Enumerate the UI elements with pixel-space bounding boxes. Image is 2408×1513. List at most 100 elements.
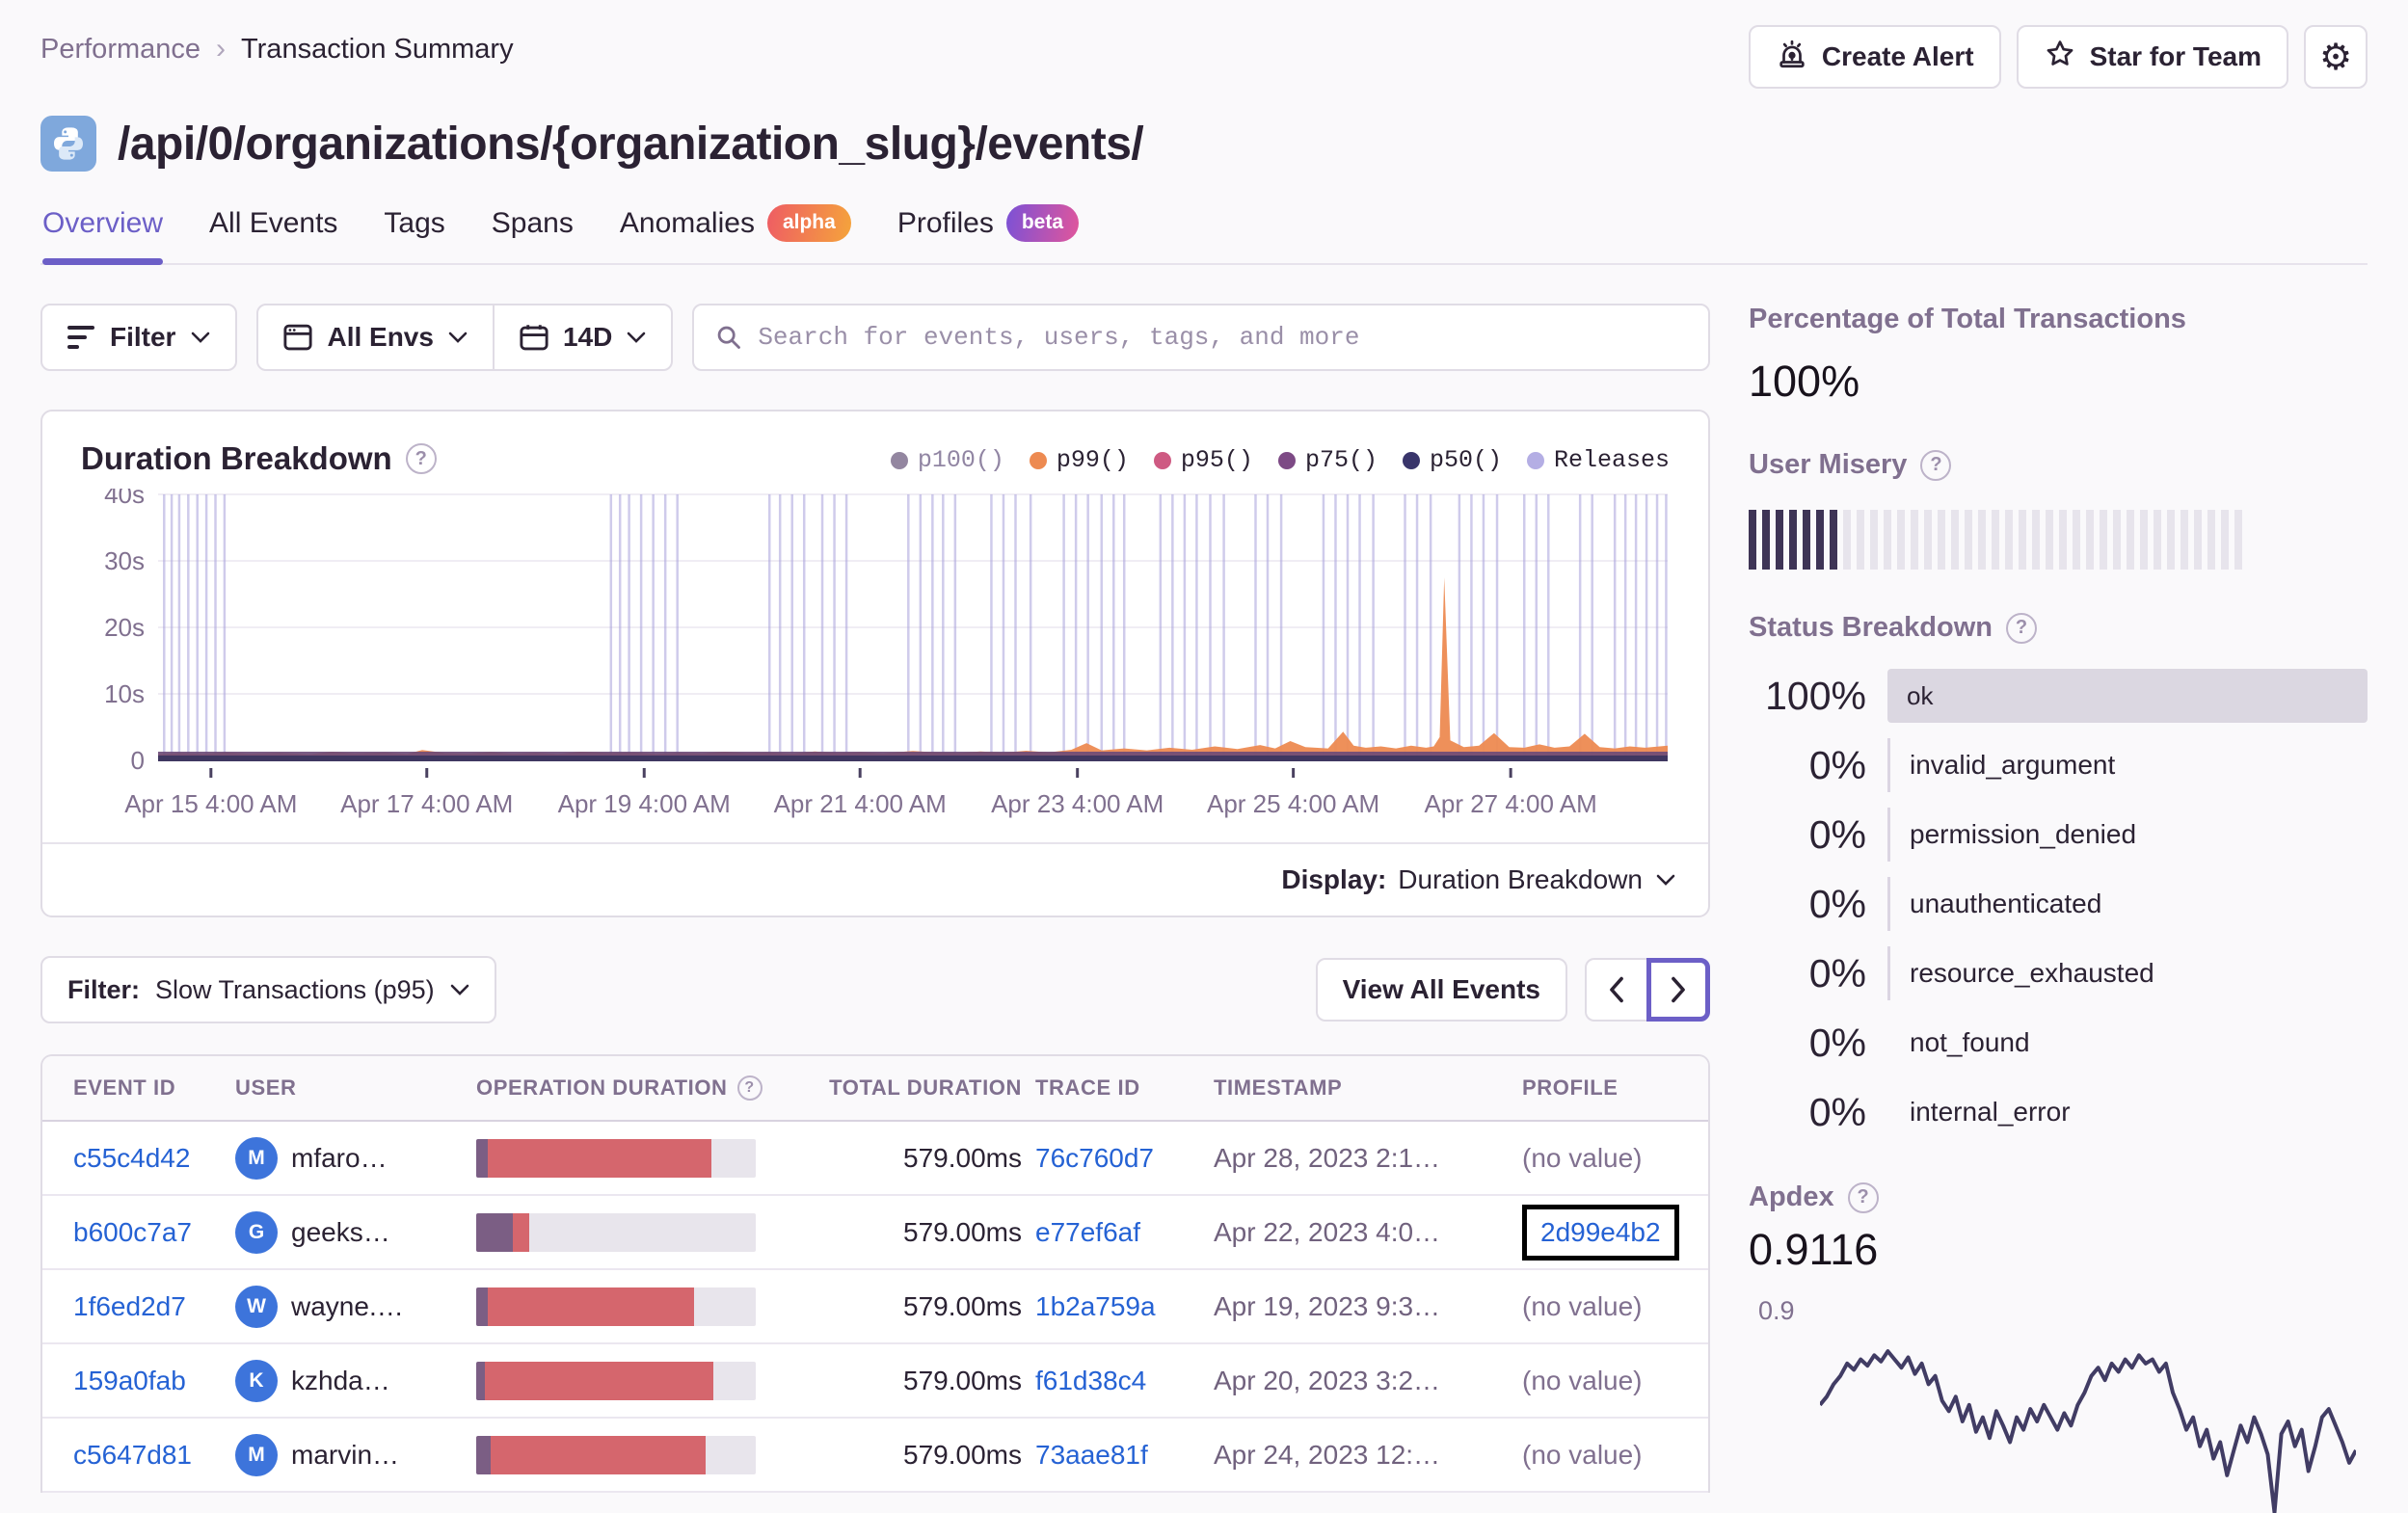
search-input[interactable] xyxy=(758,323,1687,352)
chart-legend: p100() p99() p95() p75() p50() Releases xyxy=(890,440,1670,474)
display-dropdown[interactable]: Duration Breakdown xyxy=(1398,864,1675,895)
status-breakdown-title: Status Breakdown xyxy=(1749,612,1993,643)
chevron-down-icon xyxy=(192,332,210,343)
tab-label: All Events xyxy=(209,206,338,239)
column-header-trace-id[interactable]: TRACE ID xyxy=(1035,1075,1214,1101)
sidebar: Percentage of Total Transactions 100% Us… xyxy=(1749,304,2368,1513)
create-alert-button[interactable]: Create Alert xyxy=(1748,25,2001,89)
apdex-section: Apdex ? 0.9116 0.9 0.8 xyxy=(1749,1181,2368,1513)
event-id-link[interactable]: 1f6ed2d7 xyxy=(73,1291,186,1321)
help-icon[interactable]: ? xyxy=(736,1075,763,1101)
filter-dropdown[interactable]: Filter xyxy=(40,304,238,371)
profile-no-value: (no value) xyxy=(1522,1439,1643,1470)
profile-cell: (no value) xyxy=(1522,1366,1708,1396)
legend-item-p50[interactable]: p50() xyxy=(1402,446,1502,474)
next-page-button[interactable] xyxy=(1646,958,1710,1022)
svg-text:10s: 10s xyxy=(104,679,145,708)
environment-selector[interactable]: All Envs xyxy=(258,305,492,369)
column-header-event-id[interactable]: EVENT ID xyxy=(42,1075,235,1101)
legend-dot xyxy=(890,451,908,469)
bar-segment-red xyxy=(484,1361,714,1400)
timestamp-cell: Apr 28, 2023 2:1… xyxy=(1214,1143,1522,1174)
timestamp-value: Apr 19, 2023 9:3… xyxy=(1214,1290,1441,1321)
trace-id-link[interactable]: f61d38c4 xyxy=(1035,1366,1146,1395)
view-all-events-button[interactable]: View All Events xyxy=(1315,958,1567,1022)
status-row-invalid_argument: 0% invalid_argument xyxy=(1749,738,2368,792)
star-for-team-button[interactable]: Star for Team xyxy=(2016,25,2288,89)
previous-page-button[interactable] xyxy=(1585,958,1648,1022)
misery-tick xyxy=(1992,510,1999,570)
event-id-cell: c55c4d42 xyxy=(42,1143,235,1174)
profile-cell: (no value) xyxy=(1522,1143,1708,1174)
operation-duration-bar xyxy=(476,1287,756,1326)
column-header-user[interactable]: USER xyxy=(235,1075,476,1101)
legend-item-p95[interactable]: p95() xyxy=(1153,446,1253,474)
date-range-selector[interactable]: 14D xyxy=(492,305,671,369)
legend-item-p99[interactable]: p99() xyxy=(1029,446,1129,474)
misery-tick xyxy=(2113,510,2121,570)
user-misery-title: User Misery xyxy=(1749,449,1908,480)
misery-tick xyxy=(2019,510,2026,570)
trace-id-link[interactable]: 1b2a759a xyxy=(1035,1291,1156,1321)
chevron-left-icon xyxy=(1610,976,1623,1003)
column-header-total-duration[interactable]: TOTAL DURATION xyxy=(818,1075,1035,1101)
misery-tick xyxy=(2167,510,2175,570)
status-label-text: ok xyxy=(1907,680,1934,710)
bar-segment-purple xyxy=(476,1212,513,1252)
tab-anomalies[interactable]: Anomalies alpha xyxy=(620,204,851,263)
window-icon xyxy=(283,324,313,351)
bar-segment-purple xyxy=(476,1287,488,1326)
misery-tick xyxy=(1978,510,1986,570)
legend-item-p75[interactable]: p75() xyxy=(1277,446,1378,474)
tab-tags[interactable]: Tags xyxy=(384,204,444,263)
event-id-link[interactable]: c55c4d42 xyxy=(73,1143,190,1173)
trace-id-link[interactable]: 73aae81f xyxy=(1035,1440,1148,1470)
tab-overview[interactable]: Overview xyxy=(42,204,164,265)
filter-controls: Filter All Envs 14D xyxy=(40,304,1710,371)
column-header-timestamp[interactable]: TIMESTAMP xyxy=(1214,1075,1522,1101)
event-id-link[interactable]: b600c7a7 xyxy=(73,1217,192,1247)
misery-tick xyxy=(2046,510,2053,570)
trace-id-link[interactable]: e77ef6af xyxy=(1035,1217,1140,1247)
misery-tick xyxy=(1857,510,1864,570)
legend-item-p100[interactable]: p100() xyxy=(890,446,1004,474)
display-selector-row: Display: Duration Breakdown xyxy=(42,842,1708,916)
operation-duration-cell xyxy=(476,1287,818,1326)
slow-transactions-filter[interactable]: Filter: Slow Transactions (p95) xyxy=(40,956,496,1023)
tab-label: Overview xyxy=(42,206,164,239)
misery-tick xyxy=(1843,510,1851,570)
misery-tick xyxy=(2140,510,2148,570)
misery-tick xyxy=(2154,510,2161,570)
apdex-title: Apdex xyxy=(1749,1181,1834,1212)
apdex-chart: 0.9 0.8 xyxy=(1749,1288,2368,1513)
column-header-operation-duration[interactable]: OPERATION DURATION? xyxy=(476,1075,818,1101)
breadcrumb: Performance › Transaction Summary xyxy=(40,25,514,66)
breadcrumb-performance[interactable]: Performance xyxy=(40,34,201,66)
tab-spans[interactable]: Spans xyxy=(492,204,574,263)
status-percent: 0% xyxy=(1808,742,1866,787)
status-row-permission_denied: 0% permission_denied xyxy=(1749,808,2368,862)
help-icon[interactable]: ? xyxy=(2006,612,2037,644)
apdex-value: 0.9116 xyxy=(1749,1225,1879,1274)
user-name: geeks… xyxy=(291,1216,390,1247)
timestamp-cell: Apr 24, 2023 12:… xyxy=(1214,1440,1522,1471)
help-icon[interactable]: ? xyxy=(1920,449,1952,481)
tab-label: Tags xyxy=(384,206,445,239)
event-id-link[interactable]: c5647d81 xyxy=(73,1440,192,1470)
trace-id-link[interactable]: 76c760d7 xyxy=(1035,1143,1154,1173)
help-icon[interactable]: ? xyxy=(1847,1181,1879,1213)
settings-button[interactable]: ⚙ xyxy=(2304,25,2368,89)
profile-link[interactable]: 2d99e4b2 xyxy=(1540,1217,1661,1247)
tab-profiles[interactable]: Profiles beta xyxy=(897,204,1080,263)
event-id-link[interactable]: 159a0fab xyxy=(73,1366,186,1395)
table-header: EVENT ID USER OPERATION DURATION? TOTAL DUR… xyxy=(42,1056,1708,1122)
column-header-profile[interactable]: PROFILE xyxy=(1522,1075,1708,1101)
trace-id-cell: e77ef6af xyxy=(1035,1217,1214,1248)
help-icon[interactable]: ? xyxy=(405,443,437,474)
misery-tick xyxy=(1776,510,1783,570)
events-filter-label: Filter: xyxy=(67,974,141,1004)
legend-label: p99() xyxy=(1056,446,1129,474)
tab-all-events[interactable]: All Events xyxy=(209,204,337,263)
legend-item-Releases[interactable]: Releases xyxy=(1526,446,1670,474)
table-row: 159a0fab Kkzhda… 579.00ms f61d38c4 Apr 20, 2… xyxy=(42,1344,1708,1419)
